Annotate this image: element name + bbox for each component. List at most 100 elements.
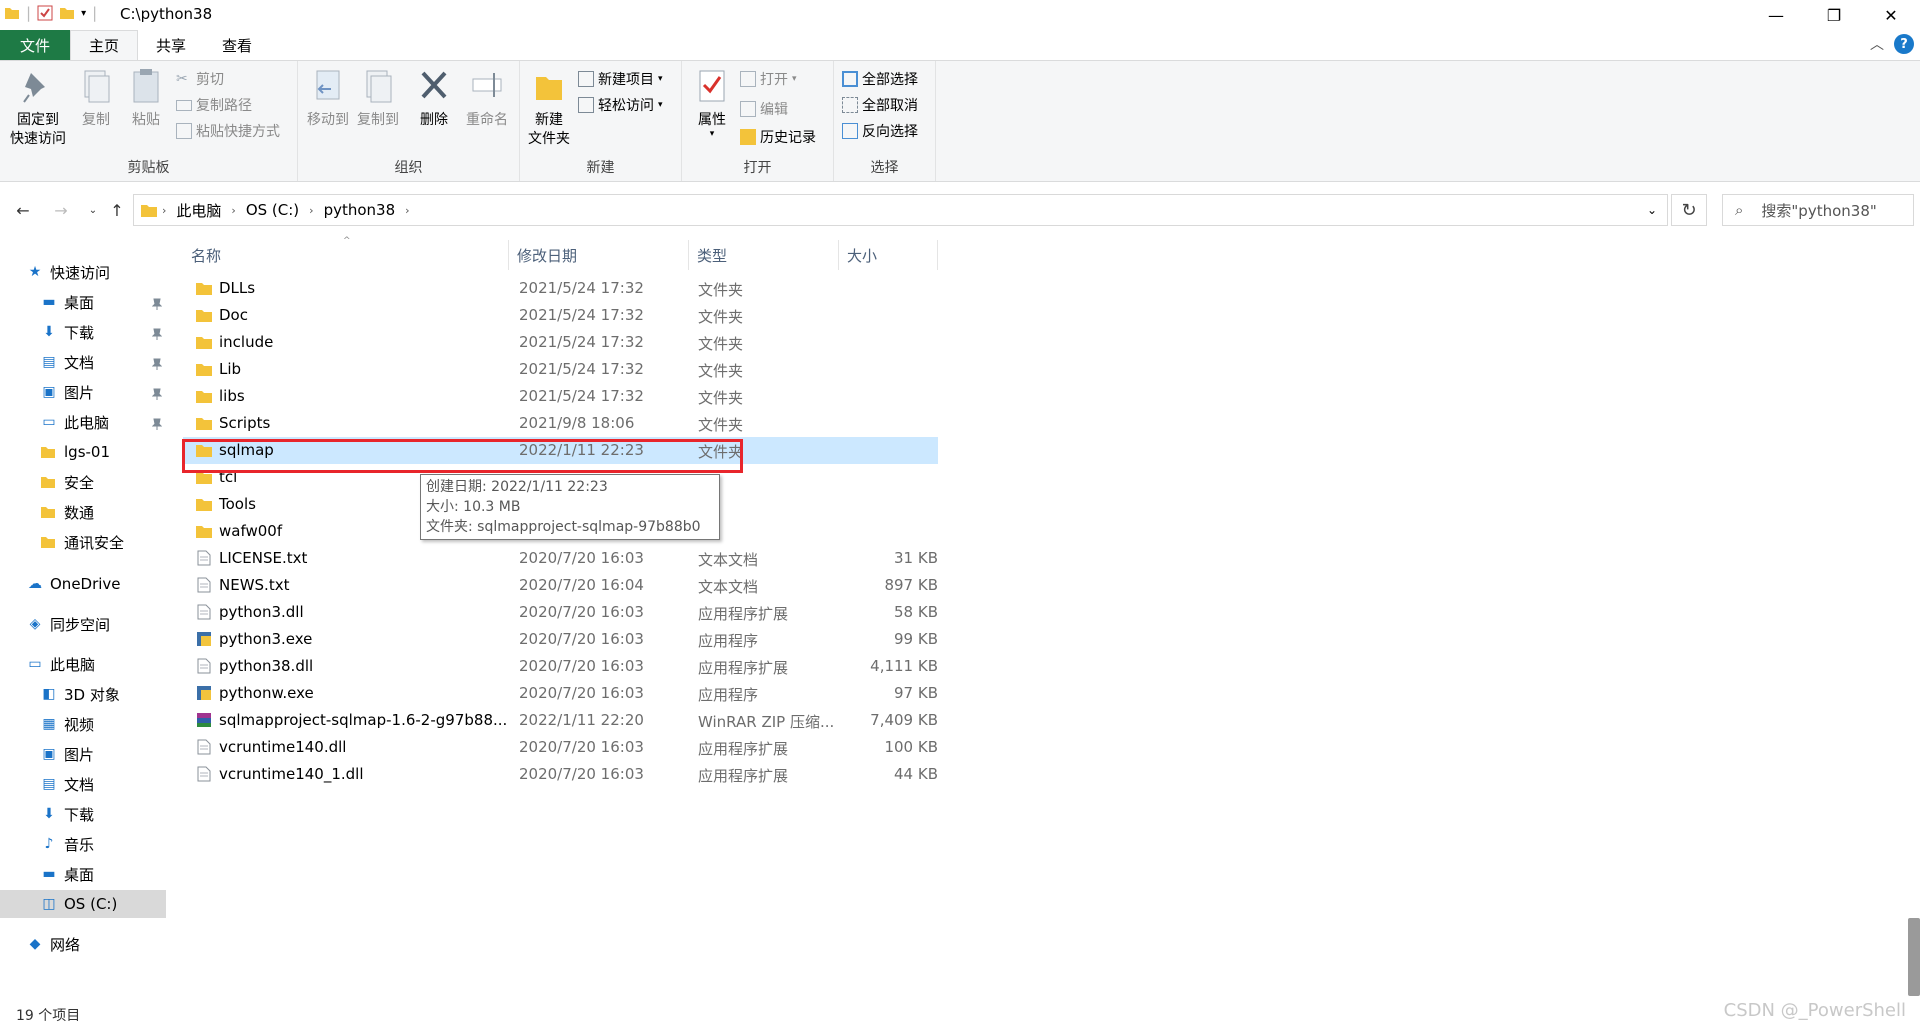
file-row[interactable]: Doc 2021/5/24 17:32 文件夹	[183, 302, 938, 329]
customize-toolbar-icon[interactable]: ▾	[81, 8, 86, 19]
sidebar-item[interactable]: ◫ OS (C:)	[0, 890, 166, 918]
sidebar-item[interactable]: ▭ 此电脑	[0, 650, 166, 678]
minimize-button[interactable]: —	[1747, 0, 1805, 30]
edit-button[interactable]: 编辑	[740, 99, 788, 119]
sidebar-item[interactable]: ⬇ 下载	[0, 318, 166, 346]
copy-button[interactable]: 复制	[76, 67, 116, 130]
breadcrumb-separator-icon[interactable]: ›	[227, 204, 239, 217]
file-row[interactable]: python3.dll 2020/7/20 16:03 应用程序扩展 58 KB	[183, 599, 938, 626]
sidebar-item[interactable]: ▬ 桌面	[0, 860, 166, 888]
rename-button[interactable]: 重命名	[462, 67, 512, 130]
new-folder-label: 新建 文件夹	[528, 112, 570, 147]
open-button[interactable]: 打开 ▾	[740, 69, 797, 89]
sidebar-item-label: 3D 对象	[64, 685, 120, 704]
copy-path-button[interactable]: 复制路径	[176, 95, 252, 115]
search-input[interactable]: ⌕ 搜索"python38"	[1722, 194, 1914, 226]
folder-icon[interactable]	[4, 5, 20, 21]
move-to-label: 移动到	[307, 112, 349, 128]
help-icon[interactable]: ?	[1894, 34, 1914, 54]
column-header-type[interactable]: 类型	[689, 240, 839, 270]
move-to-button[interactable]: 移动到	[304, 67, 352, 130]
file-row[interactable]: vcruntime140_1.dll 2020/7/20 16:03 应用程序扩展 4…	[183, 761, 938, 788]
copy-to-button[interactable]: 复制到	[354, 67, 402, 130]
file-name: sqlmapproject-sqlmap-1.6-2-g97b88...	[219, 711, 508, 729]
select-none-button[interactable]: 全部取消	[842, 95, 918, 115]
file-row[interactable]: sqlmapproject-sqlmap-1.6-2-g97b88... 2022…	[183, 707, 938, 734]
file-row[interactable]: libs 2021/5/24 17:32 文件夹	[183, 383, 938, 410]
tab-file[interactable]: 文件	[0, 30, 70, 60]
sidebar-item[interactable]: ★ 快速访问	[0, 258, 166, 286]
sidebar-item[interactable]: 安全	[0, 468, 166, 496]
file-size: 44 KB	[894, 765, 938, 783]
sidebar-item[interactable]: ▣ 图片	[0, 378, 166, 406]
recent-locations-icon[interactable]: ⌄	[82, 198, 104, 222]
file-row[interactable]: python3.exe 2020/7/20 16:03 应用程序 99 KB	[183, 626, 938, 653]
breadcrumb-separator-icon[interactable]: ›	[305, 204, 317, 217]
sidebar-item[interactable]: ◈ 同步空间	[0, 610, 166, 638]
forward-icon[interactable]: →	[50, 198, 72, 222]
tab-share[interactable]: 共享	[138, 30, 204, 60]
sidebar-item[interactable]: ▤ 文档	[0, 348, 166, 376]
sidebar-item[interactable]: ▣ 图片	[0, 740, 166, 768]
column-header-name[interactable]: 名称	[183, 240, 509, 270]
file-row[interactable]: python38.dll 2020/7/20 16:03 应用程序扩展 4,111 K…	[183, 653, 938, 680]
sidebar-item[interactable]: ◧ 3D 对象	[0, 680, 166, 708]
dll-file-icon	[195, 766, 213, 782]
new-folder-icon[interactable]	[59, 5, 75, 21]
file-row[interactable]: include 2021/5/24 17:32 文件夹	[183, 329, 938, 356]
file-row[interactable]: vcruntime140.dll 2020/7/20 16:03 应用程序扩展 100…	[183, 734, 938, 761]
file-type: 文件夹	[698, 389, 744, 407]
clipboard-group: 固定到 快速访问 复制 粘贴 ✂ 剪切 复制路径 粘贴快捷方式 剪贴板	[0, 61, 298, 181]
sidebar-item[interactable]: ▤ 文档	[0, 770, 166, 798]
breadcrumb-separator-icon[interactable]: ›	[158, 204, 170, 217]
sidebar-item[interactable]: ▦ 视频	[0, 710, 166, 738]
select-all-button[interactable]: 全部选择	[842, 69, 918, 89]
sidebar-item[interactable]: ◆ 网络	[0, 930, 166, 958]
invert-selection-button[interactable]: 反向选择	[842, 121, 918, 141]
file-row[interactable]: pythonw.exe 2020/7/20 16:03 应用程序 97 KB	[183, 680, 938, 707]
cut-button[interactable]: ✂ 剪切	[176, 69, 224, 89]
address-bar[interactable]: › 此电脑 › OS (C:) › python38 › ⌄	[133, 194, 1668, 226]
file-row[interactable]: Scripts 2021/9/8 18:06 文件夹	[183, 410, 938, 437]
file-row[interactable]: NEWS.txt 2020/7/20 16:04 文本文档 897 KB	[183, 572, 938, 599]
breadcrumb-separator-icon[interactable]: ›	[401, 204, 413, 217]
sidebar-item[interactable]: ♪ 音乐	[0, 830, 166, 858]
tab-home[interactable]: 主页	[70, 30, 139, 60]
sidebar-item-label: 下载	[64, 323, 95, 342]
delete-button[interactable]: 删除	[414, 67, 454, 130]
sidebar-item[interactable]: ▭ 此电脑	[0, 408, 166, 436]
scrollbar[interactable]	[1908, 918, 1920, 996]
breadcrumb-python38[interactable]: python38	[318, 201, 402, 219]
sidebar-item[interactable]: ▬ 桌面	[0, 288, 166, 316]
collapse-ribbon-icon[interactable]: ︿	[1870, 34, 1884, 54]
history-button[interactable]: 历史记录	[740, 127, 816, 147]
tab-view[interactable]: 查看	[204, 30, 270, 60]
sidebar-item[interactable]: lgs-01	[0, 438, 166, 466]
properties-button[interactable]: 属性 ▾	[692, 67, 732, 139]
folder-icon	[195, 334, 213, 350]
close-button[interactable]: ✕	[1862, 0, 1920, 30]
properties-checkbox-icon[interactable]	[37, 5, 53, 21]
sidebar-item[interactable]: ⬇ 下载	[0, 800, 166, 828]
up-icon[interactable]: ↑	[106, 198, 128, 222]
sidebar-item[interactable]: ☁ OneDrive	[0, 570, 166, 598]
paste-shortcut-button[interactable]: 粘贴快捷方式	[176, 121, 280, 141]
breadcrumb-os-c[interactable]: OS (C:)	[240, 201, 305, 219]
file-row[interactable]: DLLs 2021/5/24 17:32 文件夹	[183, 275, 938, 302]
file-row[interactable]: Lib 2021/5/24 17:32 文件夹	[183, 356, 938, 383]
address-dropdown-icon[interactable]: ⌄	[1647, 203, 1657, 217]
easy-access-button[interactable]: 轻松访问 ▾	[578, 95, 663, 115]
sidebar-item[interactable]: 数通	[0, 498, 166, 526]
pin-quick-access-button[interactable]: 固定到 快速访问	[8, 67, 68, 149]
column-header-date[interactable]: 修改日期	[509, 240, 689, 270]
maximize-button[interactable]: ❐	[1805, 0, 1863, 30]
breadcrumb-this-pc[interactable]: 此电脑	[170, 200, 227, 221]
new-folder-button[interactable]: 新建 文件夹	[526, 67, 572, 149]
file-row[interactable]: LICENSE.txt 2020/7/20 16:03 文本文档 31 KB	[183, 545, 938, 572]
paste-button[interactable]: 粘贴	[126, 67, 166, 130]
new-item-button[interactable]: 新建项目 ▾	[578, 69, 663, 89]
refresh-icon[interactable]: ↻	[1671, 194, 1707, 226]
back-icon[interactable]: ←	[12, 198, 34, 222]
column-header-size[interactable]: 大小	[839, 240, 938, 270]
sidebar-item[interactable]: 通讯安全	[0, 528, 166, 556]
